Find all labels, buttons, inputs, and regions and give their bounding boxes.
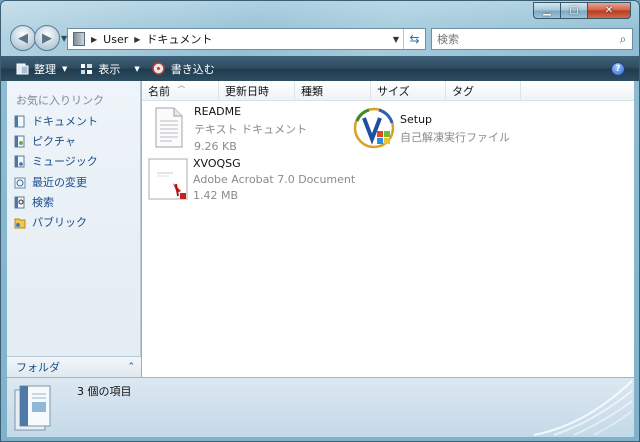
help-icon: ? (615, 64, 621, 74)
file-name: Setup (400, 113, 433, 126)
column-size-label: サイズ (377, 85, 410, 98)
address-bar[interactable]: ▶ User ▶ ドキュメント ▼ ⇆ (67, 28, 426, 50)
column-type-label: 種類 (301, 85, 323, 98)
nav-item-public[interactable]: パブリック (13, 213, 87, 231)
column-tags-label: タグ (452, 85, 474, 98)
documents-icon (13, 115, 26, 128)
file-item-xvoqsg[interactable]: XVOQSG Adobe Acrobat 7.0 Document 1.42 M… (147, 157, 355, 202)
column-modified-label: 更新日時 (225, 85, 269, 98)
details-pane: 3 個の項目 (7, 377, 634, 437)
public-folder-icon (13, 216, 26, 229)
command-bar: 整理 ▼ 表示 ▼ 書き込む (1, 56, 639, 81)
organize-button[interactable]: 整理 ▼ (9, 56, 73, 81)
maximize-icon: □ (569, 5, 579, 16)
setup-icon (353, 107, 395, 149)
recent-icon (13, 176, 26, 189)
refresh-button[interactable]: ⇆ (403, 29, 425, 49)
refresh-icon: ⇆ (409, 32, 420, 46)
burn-label: 書き込む (170, 62, 215, 76)
nav-item-documents[interactable]: ドキュメント (13, 112, 98, 130)
sort-ascending-icon: ︿ (178, 81, 185, 89)
decorative-swoosh (533, 380, 633, 436)
breadcrumb-documents[interactable]: ドキュメント (146, 31, 212, 47)
column-size[interactable]: サイズ (371, 81, 446, 101)
nav-item-pictures[interactable]: ピクチャ (13, 132, 76, 150)
music-icon (13, 155, 26, 168)
column-tags[interactable]: タグ (446, 81, 521, 101)
burn-button[interactable]: 書き込む (146, 56, 221, 81)
breadcrumb-user[interactable]: User (103, 33, 128, 46)
nav-item-label: パブリック (32, 216, 87, 229)
file-type: 自己解凍実行ファイル (400, 131, 510, 144)
back-button[interactable]: ◀ (10, 25, 36, 51)
nav-item-label: ミュージック (32, 155, 98, 168)
nav-item-label: ドキュメント (32, 115, 98, 128)
organize-label: 整理 (34, 62, 56, 76)
caption-buttons: ▁ □ ✕ (533, 2, 631, 19)
file-size: 9.26 KB (194, 140, 237, 153)
views-button[interactable]: 表示 ▼ (73, 56, 145, 81)
column-modified[interactable]: 更新日時 (219, 81, 295, 101)
file-item-setup[interactable]: Setup 自己解凍実行ファイル (353, 107, 510, 149)
file-type: Adobe Acrobat 7.0 Document (193, 173, 356, 186)
help-button[interactable]: ? (611, 62, 625, 76)
close-icon: ✕ (604, 5, 614, 16)
file-list-pane[interactable]: 名前 ︿ 更新日時 種類 サイズ タグ README テキスト ドキュメント 9… (142, 81, 634, 377)
organize-icon (15, 62, 29, 75)
views-icon (79, 62, 93, 75)
folders-toggle[interactable]: フォルダ ⌃ (7, 356, 141, 377)
text-document-icon (150, 105, 188, 149)
column-name-label: 名前 (148, 85, 170, 98)
file-name: XVOQSG (193, 157, 241, 170)
search-box[interactable]: ⌕ (431, 28, 633, 50)
folder-icon (73, 32, 85, 46)
favorite-links-title: お気に入りリンク (16, 94, 104, 107)
nav-item-music[interactable]: ミュージック (13, 152, 98, 170)
column-header-row: 名前 ︿ 更新日時 種類 サイズ タグ (142, 81, 634, 101)
address-dropdown-icon[interactable]: ▼ (393, 35, 399, 44)
search-folder-icon (13, 196, 26, 209)
close-button[interactable]: ✕ (587, 2, 631, 19)
navigation-pane: お気に入りリンク ドキュメント ピクチャ ミュージック 最近の変更 検索 パブリ… (7, 81, 141, 377)
column-type[interactable]: 種類 (295, 81, 371, 101)
chevron-down-icon: ▼ (62, 64, 68, 73)
column-name[interactable]: 名前 ︿ (142, 81, 219, 101)
nav-item-search[interactable]: 検索 (13, 193, 54, 211)
forward-button[interactable]: ▶ (34, 25, 60, 51)
file-item-readme[interactable]: README テキスト ドキュメント 9.26 KB (150, 105, 307, 153)
minimize-button[interactable]: ▁ (533, 2, 560, 19)
file-type: テキスト ドキュメント (194, 123, 308, 136)
nav-item-label: ピクチャ (32, 135, 76, 148)
file-size: 1.42 MB (193, 189, 239, 202)
search-input[interactable] (437, 30, 614, 48)
nav-item-label: 最近の変更 (32, 176, 87, 189)
maximize-button[interactable]: □ (560, 2, 587, 19)
pdf-document-icon (147, 157, 189, 201)
file-name: README (194, 105, 242, 118)
nav-item-label: 検索 (32, 196, 54, 209)
pictures-icon (13, 135, 26, 148)
views-label: 表示 (98, 62, 121, 76)
search-icon[interactable]: ⌕ (614, 32, 632, 47)
nav-item-recent[interactable]: 最近の変更 (13, 173, 87, 191)
burn-disc-icon (152, 62, 166, 75)
minimize-icon: ▁ (543, 5, 551, 16)
documents-folder-icon (13, 382, 53, 437)
breadcrumb-arrow-icon[interactable]: ▶ (91, 35, 97, 44)
forward-arrow-icon: ▶ (42, 30, 52, 46)
chevron-down-icon: ▼ (134, 64, 140, 73)
explorer-window: ▁ □ ✕ ◀ ▶ ▼ ▶ User ▶ ドキュメント ▼ ⇆ ⌕ 整理 ▼ 表… (0, 0, 640, 442)
breadcrumb-arrow-icon[interactable]: ▶ (134, 35, 140, 44)
item-count: 3 個の項目 (77, 385, 132, 398)
back-arrow-icon: ◀ (18, 30, 28, 46)
folders-label: フォルダ (16, 361, 60, 374)
chevron-up-icon: ⌃ (127, 362, 135, 372)
